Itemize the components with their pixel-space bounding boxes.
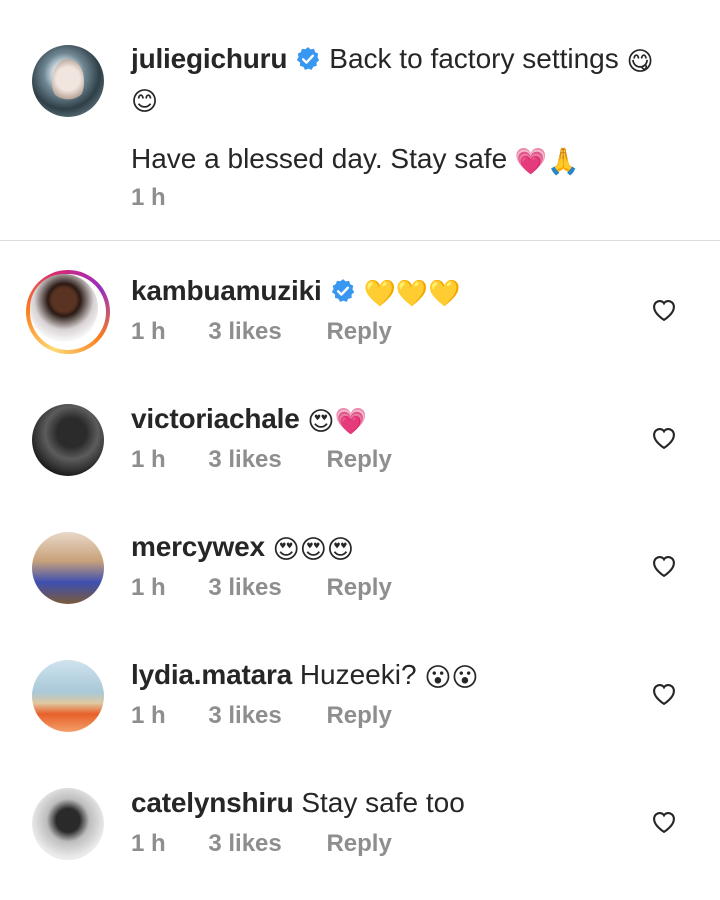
comment-time: 1 h	[131, 830, 166, 857]
comment-text: Stay safe too	[301, 787, 465, 818]
comment-meta: 1 h 3 likes Reply	[131, 702, 392, 730]
comment-meta: 1 h 3 likes Reply	[131, 446, 392, 474]
reply-button[interactable]: Reply	[326, 318, 391, 346]
comment-emojis: 😍💗	[307, 406, 367, 436]
comment-row: kambuamuziki 💛💛💛 1 h 3 likes Reply	[0, 260, 720, 388]
comment-meta: 1 h 3 likes Reply	[131, 318, 392, 346]
commenter-avatar[interactable]	[26, 270, 110, 354]
comment-likes[interactable]: 3 likes	[208, 446, 281, 474]
comment-likes[interactable]: 3 likes	[208, 574, 281, 602]
comment-time: 1 h	[131, 702, 166, 729]
commenter-avatar[interactable]	[32, 404, 104, 476]
comment-likes[interactable]: 3 likes	[208, 830, 281, 858]
comment-body: catelynshiru Stay safe too	[131, 784, 465, 822]
commenter-username[interactable]: kambuamuziki	[131, 275, 322, 306]
comment-time: 1 h	[131, 318, 166, 345]
commenter-avatar[interactable]	[32, 788, 104, 860]
comment-body: lydia.matara Huzeeki? 😮😮	[131, 656, 479, 696]
comment-likes[interactable]: 3 likes	[208, 318, 281, 346]
caption-divider	[0, 240, 720, 241]
post-caption-line1: juliegichuru Back to factory settings 😋 …	[131, 40, 654, 120]
heart-outline-icon[interactable]	[650, 296, 678, 324]
commenter-username[interactable]: victoriachale	[131, 403, 300, 434]
comment-row: victoriachale 😍💗 1 h 3 likes Reply	[0, 388, 720, 516]
post-caption-line2: Have a blessed day. Stay safe 💗🙏	[131, 140, 580, 180]
reply-button[interactable]: Reply	[326, 702, 391, 730]
comment-text: Huzeeki?	[299, 659, 417, 690]
commenter-username[interactable]: lydia.matara	[131, 659, 292, 690]
comment-emojis: 💛💛💛	[363, 278, 461, 308]
verified-badge-icon	[297, 47, 320, 70]
reply-button[interactable]: Reply	[326, 830, 391, 858]
comment-row: lydia.matara Huzeeki? 😮😮 1 h 3 likes Rep…	[0, 644, 720, 772]
comment-body: mercywex 😍😍😍	[131, 528, 354, 568]
post-author-avatar[interactable]	[32, 45, 104, 117]
comment-emojis: 😍😍😍	[272, 534, 354, 564]
heart-outline-icon[interactable]	[650, 808, 678, 836]
comment-row: catelynshiru Stay safe too 1 h 3 likes R…	[0, 772, 720, 900]
commenter-avatar[interactable]	[32, 660, 104, 732]
post-caption-text-2: Have a blessed day. Stay safe	[131, 143, 508, 174]
reply-button[interactable]: Reply	[326, 574, 391, 602]
comment-meta: 1 h 3 likes Reply	[131, 574, 392, 602]
post-caption-emoji-wrap: 😊	[131, 86, 159, 116]
comment-time: 1 h	[131, 574, 166, 601]
comment-meta: 1 h 3 likes Reply	[131, 830, 392, 858]
comment-body: kambuamuziki 💛💛💛	[131, 272, 461, 312]
commenter-username[interactable]: mercywex	[131, 531, 265, 562]
heart-outline-icon[interactable]	[650, 424, 678, 452]
post-caption-emoji-2: 💗🙏	[514, 146, 580, 176]
reply-button[interactable]: Reply	[326, 446, 391, 474]
post-caption-text: Back to factory settings	[329, 43, 619, 74]
comment-time: 1 h	[131, 446, 166, 473]
post-timestamp: 1 h	[131, 184, 166, 211]
heart-outline-icon[interactable]	[650, 552, 678, 580]
verified-badge-icon	[331, 279, 354, 302]
post-caption-emoji: 😋	[626, 46, 654, 76]
post-author-username[interactable]: juliegichuru	[131, 43, 287, 74]
commenter-username[interactable]: catelynshiru	[131, 787, 294, 818]
comment-row: mercywex 😍😍😍 1 h 3 likes Reply	[0, 516, 720, 644]
comment-body: victoriachale 😍💗	[131, 400, 367, 440]
comment-emojis: 😮😮	[424, 662, 479, 692]
comment-likes[interactable]: 3 likes	[208, 702, 281, 730]
commenter-avatar[interactable]	[32, 532, 104, 604]
heart-outline-icon[interactable]	[650, 680, 678, 708]
